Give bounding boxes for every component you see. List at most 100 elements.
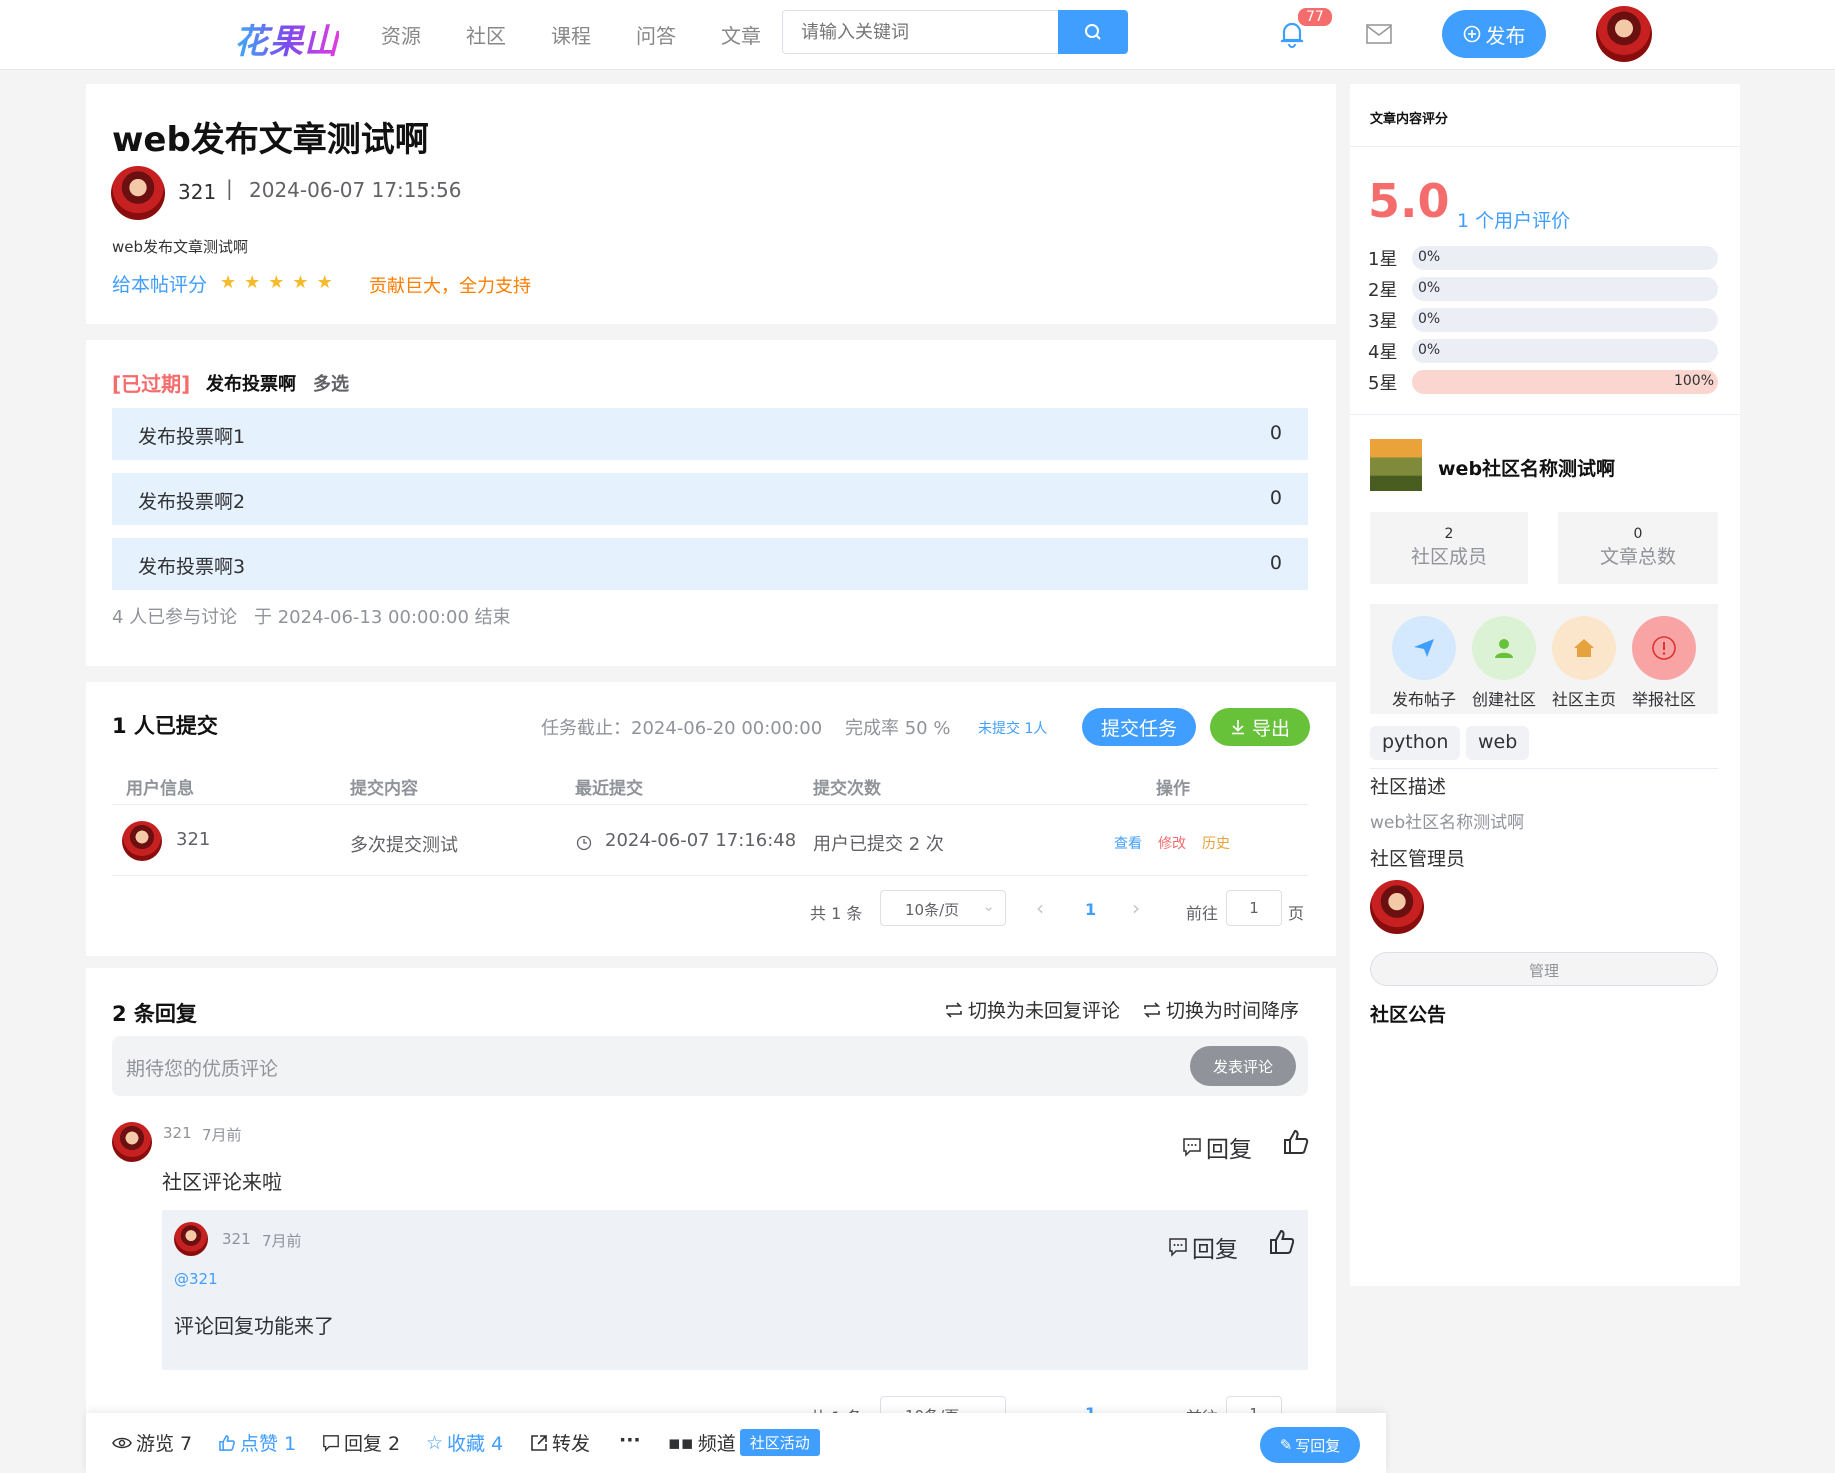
comment-avatar[interactable] [112,1122,152,1162]
nested-user[interactable]: 321 [222,1230,251,1248]
post-action[interactable]: 发布帖子 [1384,616,1464,710]
comment-user[interactable]: 321 [163,1124,192,1142]
replies-label: 回复 2 [344,1433,401,1455]
home-icon [1574,639,1594,657]
post-comment-button[interactable]: 发表评论 [1190,1046,1296,1086]
community-name[interactable]: web社区名称测试啊 [1438,454,1615,481]
nav-courses[interactable]: 课程 [551,20,591,49]
submit-task-button[interactable]: 提交任务 [1082,708,1196,746]
nested-avatar[interactable] [174,1222,208,1256]
export-button[interactable]: 导出 [1210,708,1310,746]
nested-reply-button[interactable]: 回复 [1168,1230,1238,1264]
poll-option[interactable]: 发布投票啊3 0 [112,538,1308,590]
page-size-label: 10条/页 [905,901,960,919]
reply-count-button[interactable]: 回复 2 [322,1429,400,1456]
rating-bar-row: 5星 100% [1368,370,1718,394]
tag-python[interactable]: python [1370,726,1461,760]
nested-mention[interactable]: @321 [174,1270,218,1288]
create-action[interactable]: 创建社区 [1464,616,1544,710]
switch-unreplied-label: 切换为未回复评论 [968,1000,1121,1022]
poll-option[interactable]: 发布投票啊1 0 [112,408,1308,460]
publish-button[interactable]: 发布 [1442,10,1546,58]
task-unsubmitted[interactable]: 未提交 1人 [978,718,1047,738]
nav-articles[interactable]: 文章 [721,20,761,49]
star-icon[interactable]: ★ [268,272,284,293]
next-page-icon[interactable]: › [1132,896,1140,920]
rating-score: 5.0 [1368,174,1450,228]
right-sidebar: 文章内容评分 5.0 1 个用户评价 1星 0% 2星 0% 3星 0% 4星 0% 5星 100… [1350,84,1740,1286]
manage-button[interactable]: 管理 [1370,952,1718,986]
nav-community[interactable]: 社区 [466,20,506,49]
switch-unreplied-button[interactable]: 切换为未回复评论 [944,996,1120,1023]
create-action-label: 创建社区 [1471,690,1536,709]
rating-panel-title: 文章内容评分 [1370,112,1449,127]
site-logo[interactable]: 花果山 [234,14,339,63]
comment-time: 7月前 [202,1126,242,1144]
switch-order-button[interactable]: 切换为时间降序 [1142,996,1299,1023]
rate-text: 贡献巨大，全力支持 [369,276,531,297]
nav-resources[interactable]: 资源 [381,20,421,49]
star-icon[interactable]: ★ [292,272,308,293]
row-content: 多次提交测试 [350,835,458,856]
rating-bar-track: 100% [1412,370,1718,394]
comment-reply-button[interactable]: 回复 [1182,1130,1252,1164]
star-icon[interactable]: ★ [244,272,260,293]
edit-link[interactable]: 修改 [1158,833,1186,853]
write-reply-button[interactable]: ✎ 写回复 [1260,1427,1360,1463]
grid-icon: ▪▪ [668,1431,694,1454]
poll-option[interactable]: 发布投票啊2 0 [112,473,1308,525]
report-action-label: 举报社区 [1631,690,1696,709]
search-button[interactable] [1058,10,1128,54]
rating-bar-track: 0% [1412,246,1718,270]
rating-bar-track: 0% [1412,277,1718,301]
view-link[interactable]: 查看 [1114,833,1142,853]
col-last: 最近提交 [575,779,643,799]
poll-option-label: 发布投票啊1 [138,426,246,448]
page-number[interactable]: 1 [1085,900,1096,919]
rating-bar-percent: 0% [1418,311,1441,327]
notice-title: 社区公告 [1370,1004,1447,1026]
rating-bar-row: 2星 0% [1368,277,1718,301]
task-deadline: 任务截止：2024-06-20 00:00:00 [541,718,823,739]
channel-button[interactable]: ▪▪ 频道 社区活动 [668,1429,820,1456]
thumbs-up-icon[interactable] [1282,1128,1310,1156]
rating-stars[interactable]: ★ ★ ★ ★ ★ [220,272,341,293]
home-action[interactable]: 社区主页 [1544,616,1624,710]
goto-label: 前往 [1186,904,1219,923]
goto-page-input[interactable]: 1 [1226,890,1282,926]
author-name[interactable]: 321 [178,180,216,204]
like-button[interactable]: 点赞 1 [218,1429,296,1456]
page-size-select[interactable]: 10条/页 ⌄ [880,890,1006,926]
favorites-label: 收藏 4 [447,1433,504,1455]
share-button[interactable]: 转发 [530,1429,590,1456]
bottom-action-bar: 游览 7 点赞 1 回复 2 ☆ 收藏 4 转发 ··· ▪▪ 频道 社区活动 … [86,1413,1386,1473]
thumbs-up-icon[interactable] [1268,1228,1296,1256]
comment-input[interactable]: 期待您的优质评论 发表评论 [112,1036,1308,1096]
send-icon [1414,639,1434,657]
switch-order-label: 切换为时间降序 [1166,1000,1300,1022]
nav-qa[interactable]: 问答 [636,20,676,49]
members-count: 2 [1444,526,1454,542]
star-icon[interactable]: ★ [317,272,333,293]
community-thumbnail[interactable] [1370,439,1422,491]
rating-bar-label: 2星 [1368,280,1398,301]
comment-icon [1169,1238,1187,1257]
history-link[interactable]: 历史 [1202,833,1230,853]
row-avatar[interactable] [122,821,162,861]
user-avatar[interactable] [1596,6,1652,62]
message-button[interactable] [1366,24,1392,48]
channel-tag[interactable]: 社区活动 [739,1429,820,1456]
tag-web[interactable]: web [1466,726,1530,760]
star-icon[interactable]: ★ [220,272,236,293]
views-label: 游览 7 [136,1433,193,1455]
report-action[interactable]: 举报社区 [1624,616,1704,710]
search-input[interactable] [782,10,1059,54]
admin-avatar[interactable] [1370,880,1424,934]
author-avatar[interactable] [111,166,165,220]
rating-count: 1 个用户评价 [1457,210,1571,232]
favorite-button[interactable]: ☆ 收藏 4 [426,1429,503,1456]
article-summary: web发布文章测试啊 [112,238,249,256]
prev-page-icon[interactable]: ‹ [1036,896,1044,920]
more-button[interactable]: ··· [619,1429,641,1451]
share-label: 转发 [552,1433,591,1455]
